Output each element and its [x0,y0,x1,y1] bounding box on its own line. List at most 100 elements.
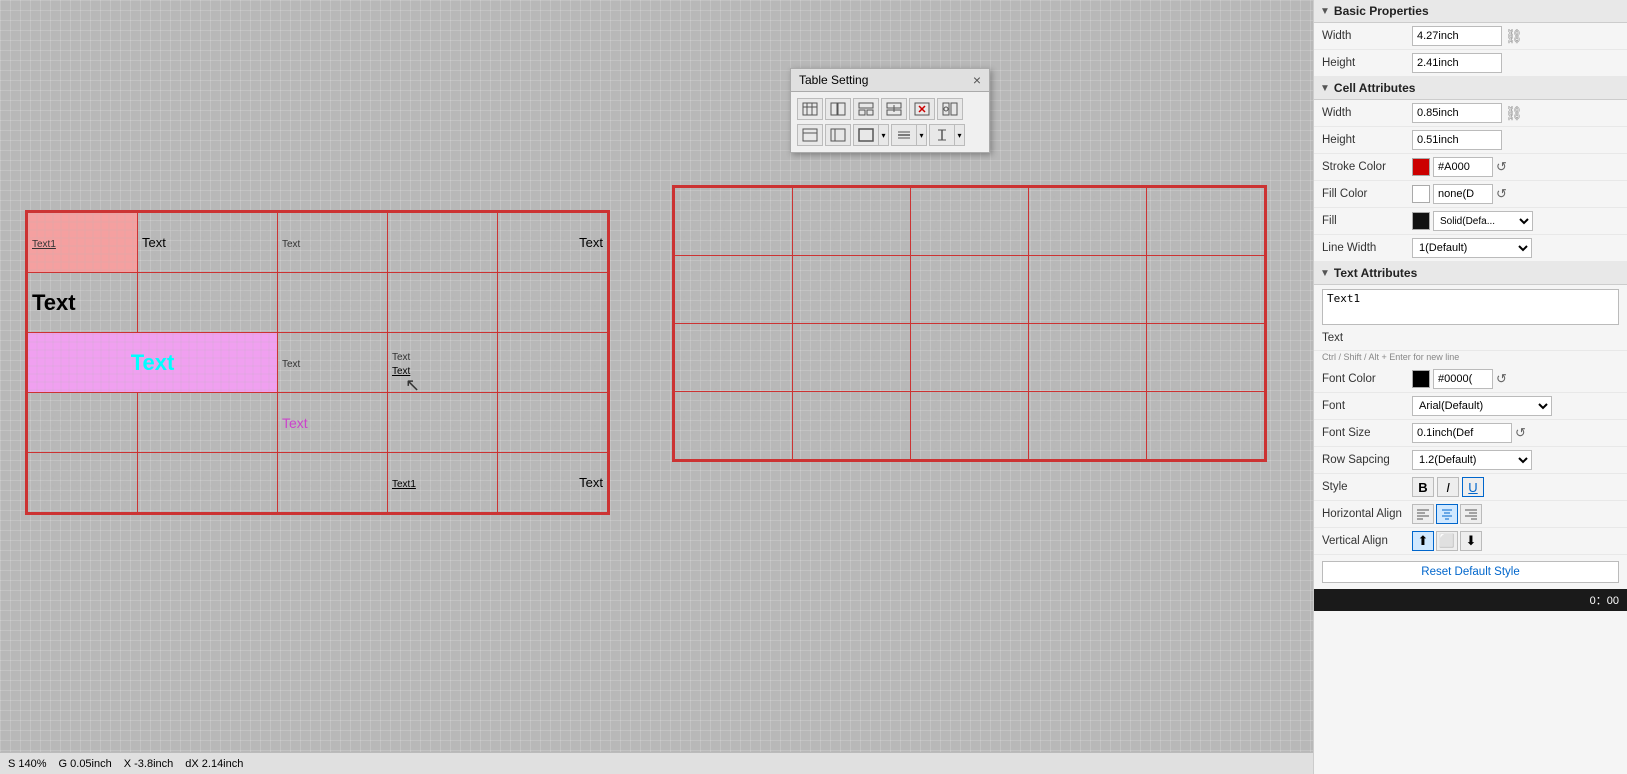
table-cell[interactable]: Text [278,393,388,453]
tb-valign-arrow[interactable]: ▾ [955,124,965,146]
text-label: Text [1322,332,1412,344]
table-cell[interactable] [498,333,608,393]
table-cell[interactable] [1029,256,1147,324]
tb-settings[interactable] [937,98,963,120]
tb-split-cells[interactable] [853,98,879,120]
table-cell[interactable] [675,256,793,324]
table-cell[interactable] [498,273,608,333]
reset-default-style-button[interactable]: Reset Default Style [1322,561,1619,583]
table-cell[interactable]: Text Text [388,333,498,393]
text-textarea[interactable]: Text1 [1322,289,1619,325]
table-cell[interactable] [793,324,911,392]
tb-border-arrow[interactable]: ▾ [879,124,889,146]
align-right-button[interactable] [1460,504,1482,524]
cell-attributes-header[interactable]: ▼ Cell Attributes [1314,77,1627,100]
tb-align-group[interactable]: ▾ [891,124,927,146]
table-cell[interactable] [278,273,388,333]
fill-color-input[interactable] [1433,184,1493,204]
tb-border-group[interactable]: ▾ [853,124,889,146]
table-cell[interactable]: Text [28,273,138,333]
table-cell[interactable] [911,188,1029,256]
table-cell[interactable]: Text [138,213,278,273]
basic-properties-header[interactable]: ▼ Basic Properties [1314,0,1627,23]
ca-height-input[interactable] [1412,130,1502,150]
table-cell[interactable] [911,392,1029,460]
table-cell[interactable] [675,392,793,460]
table-cell[interactable] [138,393,278,453]
left-table[interactable]: Text1 Text Text Text Text [25,210,610,515]
dialog-close-button[interactable]: × [973,73,981,87]
valign-bottom-button[interactable]: ⬇ [1460,531,1482,551]
ca-width-input[interactable] [1412,103,1502,123]
table-cell[interactable] [138,453,278,513]
valign-top-button[interactable]: ⬆ [1412,531,1434,551]
text-attributes-header[interactable]: ▼ Text Attributes [1314,262,1627,285]
valign-middle-button[interactable]: ⬜ [1436,531,1458,551]
tb-option1[interactable] [797,124,823,146]
fill-color-swatch[interactable] [1412,185,1430,203]
tb-option2[interactable] [825,124,851,146]
table-cell[interactable]: Text [498,453,608,513]
linewidth-select[interactable]: 1(Default) [1412,238,1532,258]
bp-height-input[interactable] [1412,53,1502,73]
style-underline-button[interactable]: U [1462,477,1484,497]
style-italic-button[interactable]: I [1437,477,1459,497]
right-table[interactable] [672,185,1267,462]
table-cell[interactable] [278,453,388,513]
table-cell[interactable] [793,392,911,460]
table-cell[interactable] [388,393,498,453]
tb-merge-cells[interactable] [825,98,851,120]
table-cell[interactable] [1029,188,1147,256]
fill-color-reset[interactable]: ↺ [1496,186,1507,202]
table-cell[interactable]: Text [28,333,278,393]
table-cell[interactable]: Text [278,213,388,273]
tb-align-arrow[interactable]: ▾ [917,124,927,146]
font-select[interactable]: Arial(Default) [1412,396,1552,416]
halign-label: Horizontal Align [1322,508,1412,520]
table-cell[interactable]: Text1 [388,453,498,513]
table-cell[interactable] [28,453,138,513]
table-cell[interactable] [1147,392,1265,460]
canvas-area[interactable]: Table Setting × [0,0,1313,774]
bp-width-input[interactable] [1412,26,1502,46]
table-cell[interactable] [911,256,1029,324]
tb-insert-row[interactable] [881,98,907,120]
ca-link-icon[interactable]: ⛓ [1505,105,1523,122]
table-cell[interactable] [388,213,498,273]
table-cell[interactable] [1029,324,1147,392]
fill-pattern-swatch[interactable] [1412,212,1430,230]
font-color-input[interactable] [1433,369,1493,389]
table-cell[interactable] [138,273,278,333]
stroke-color-reset[interactable]: ↺ [1496,159,1507,175]
tb-valign-group[interactable]: ▾ [929,124,965,146]
font-size-reset[interactable]: ↺ [1515,425,1526,441]
stroke-color-swatch[interactable] [1412,158,1430,176]
align-left-button[interactable] [1412,504,1434,524]
tb-insert-table[interactable] [797,98,823,120]
table-cell[interactable] [388,273,498,333]
font-size-input[interactable] [1412,423,1512,443]
table-cell[interactable] [675,324,793,392]
tb-delete-row[interactable] [909,98,935,120]
table-cell[interactable] [1029,392,1147,460]
bp-link-icon[interactable]: ⛓ [1505,28,1523,45]
font-color-reset[interactable]: ↺ [1496,371,1507,387]
row-spacing-select[interactable]: 1.2(Default) [1412,450,1532,470]
fill-pattern-select[interactable]: Solid(Defa... [1433,211,1533,231]
table-cell[interactable] [1147,188,1265,256]
table-cell[interactable]: Text [278,333,388,393]
table-cell[interactable] [1147,324,1265,392]
table-cell[interactable]: Text [498,213,608,273]
align-center-button[interactable] [1436,504,1458,524]
table-cell[interactable] [498,393,608,453]
style-bold-button[interactable]: B [1412,477,1434,497]
table-cell[interactable] [675,188,793,256]
table-cell[interactable] [1147,256,1265,324]
stroke-color-input[interactable] [1433,157,1493,177]
table-cell[interactable] [793,188,911,256]
font-color-swatch[interactable] [1412,370,1430,388]
table-cell[interactable]: Text1 [28,213,138,273]
table-cell[interactable] [28,393,138,453]
table-cell[interactable] [793,256,911,324]
table-cell[interactable] [911,324,1029,392]
